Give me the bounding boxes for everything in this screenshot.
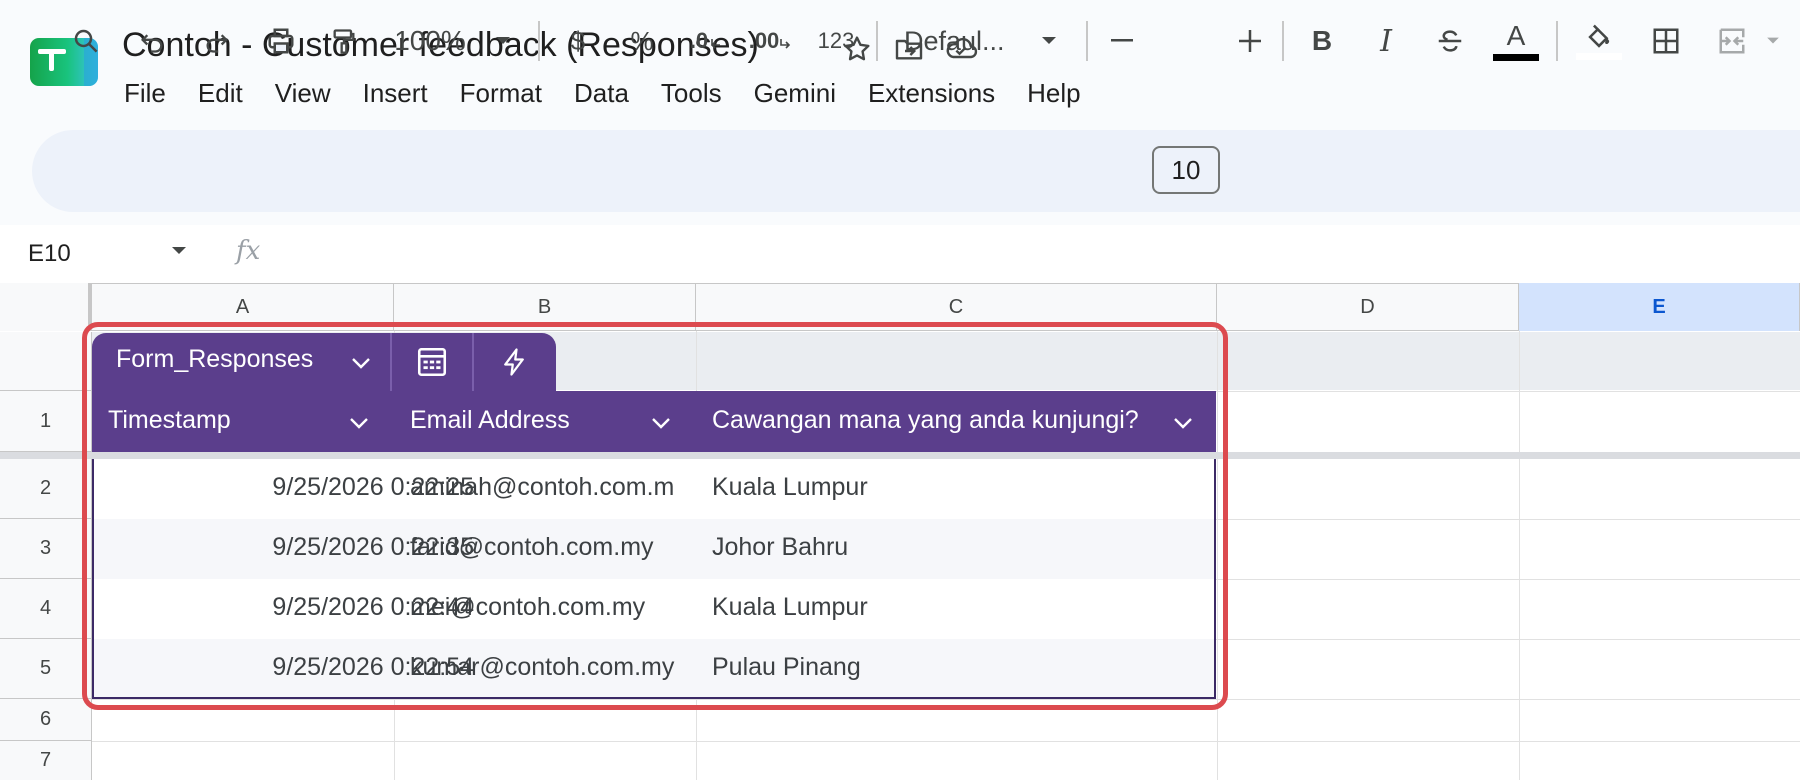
column-header-e[interactable]: E [1519, 283, 1800, 331]
merge-dropdown-icon[interactable] [1760, 0, 1786, 82]
toolbar-divider [538, 21, 540, 61]
chevron-down-icon[interactable] [346, 348, 376, 378]
toolbar-divider [1282, 21, 1284, 61]
email-cell[interactable]: farid@contoh.com.my [410, 533, 710, 562]
table-row[interactable]: 9/25/2026 0:22:44 mei@contoh.com.my Kual… [94, 579, 1214, 639]
header-timestamp[interactable]: Timestamp [108, 406, 231, 435]
decrease-decimal-button[interactable]: .0 [684, 0, 728, 82]
gridline [1217, 331, 1218, 780]
name-box[interactable]: E10 [28, 240, 71, 268]
frozen-row-divider[interactable] [0, 452, 1800, 459]
table-row[interactable]: 9/25/2026 0:22:54 kumar@contoh.com.my Pu… [94, 639, 1214, 697]
font-family-select[interactable]: Defaul... [904, 0, 1020, 82]
borders-icon[interactable] [1644, 0, 1688, 82]
branch-cell[interactable]: Pulau Pinang [712, 653, 1212, 682]
row-header-2[interactable]: 2 [0, 459, 92, 519]
chevron-down-icon[interactable] [1168, 408, 1198, 438]
email-cell[interactable]: aminah@contoh.com.m [410, 473, 710, 502]
select-all-corner[interactable] [0, 283, 92, 331]
formula-input[interactable] [290, 234, 1770, 274]
column-header-a[interactable]: A [92, 283, 394, 331]
decrease-font-size-button[interactable] [1106, 0, 1138, 82]
row-header-5[interactable]: 5 [0, 639, 92, 699]
header-branch[interactable]: Cawangan mana yang anda kunjungi? [712, 406, 1139, 435]
row-header-7[interactable]: 7 [0, 741, 92, 780]
row-header-6[interactable]: 6 [0, 699, 92, 741]
italic-button[interactable]: I [1366, 0, 1406, 82]
toolbar-divider [1086, 21, 1088, 61]
branch-cell[interactable]: Johor Bahru [712, 533, 1212, 562]
email-cell[interactable]: kumar@contoh.com.my [410, 653, 710, 682]
table-row[interactable]: 9/25/2026 0:22:25 aminah@contoh.com.m Ku… [94, 459, 1214, 519]
name-box-dropdown-icon[interactable] [170, 244, 188, 262]
toolbar-divider [876, 21, 878, 61]
arrow-right-icon [780, 39, 791, 49]
branch-cell[interactable]: Kuala Lumpur [712, 593, 1212, 622]
calculator-icon[interactable] [392, 333, 472, 391]
branch-cell[interactable]: Kuala Lumpur [712, 473, 1212, 502]
chevron-down-icon[interactable] [344, 408, 374, 438]
font-dropdown-icon[interactable] [1034, 0, 1064, 82]
fx-icon: fx [236, 236, 261, 266]
fill-color-swatch [1576, 52, 1622, 60]
gridline [92, 741, 1800, 742]
bold-button[interactable]: B [1302, 0, 1342, 82]
strikethrough-icon[interactable] [1430, 0, 1470, 82]
search-icon[interactable] [64, 0, 108, 82]
zoom-select[interactable]: 100% [390, 0, 470, 82]
currency-format-button[interactable]: $ [558, 0, 598, 82]
zoom-dropdown-icon[interactable] [488, 0, 518, 82]
paint-format-icon[interactable] [322, 0, 366, 82]
chevron-down-icon[interactable] [646, 408, 676, 438]
header-email-address[interactable]: Email Address [410, 406, 570, 435]
column-header-d[interactable]: D [1217, 283, 1519, 331]
toolbar [32, 130, 1800, 212]
text-color-swatch [1493, 53, 1539, 61]
merge-cells-icon[interactable] [1710, 0, 1754, 82]
increase-decimal-button[interactable]: .00 [748, 0, 794, 82]
row-header-1[interactable]: 1 [0, 391, 92, 452]
text-color-button[interactable]: A [1490, 0, 1542, 82]
row-header-3[interactable]: 3 [0, 519, 92, 579]
gridline [92, 699, 1800, 700]
undo-icon[interactable] [130, 0, 174, 82]
column-header-b[interactable]: B [394, 283, 696, 331]
more-formats-button[interactable]: 123 [812, 0, 860, 82]
zoom-value: 100% [394, 25, 466, 56]
column-header-c[interactable]: C [696, 283, 1217, 331]
font-size-input[interactable]: 10 [1152, 146, 1220, 194]
percent-format-button[interactable]: % [622, 0, 662, 82]
row-header-blank [0, 332, 92, 391]
row-header-4[interactable]: 4 [0, 579, 92, 639]
toolbar-divider [1556, 21, 1558, 61]
redo-icon[interactable] [195, 0, 239, 82]
gridline [1519, 331, 1520, 780]
table-row[interactable]: 9/25/2026 0:22:35 farid@contoh.com.my Jo… [94, 519, 1214, 579]
fill-color-icon[interactable] [1574, 0, 1624, 82]
increase-font-size-button[interactable] [1234, 0, 1266, 82]
table-name[interactable]: Form_Responses [116, 345, 313, 374]
lightning-icon[interactable] [474, 333, 554, 391]
print-icon[interactable] [258, 0, 304, 82]
arrow-left-icon [711, 39, 721, 49]
email-cell[interactable]: mei@contoh.com.my [410, 593, 710, 622]
